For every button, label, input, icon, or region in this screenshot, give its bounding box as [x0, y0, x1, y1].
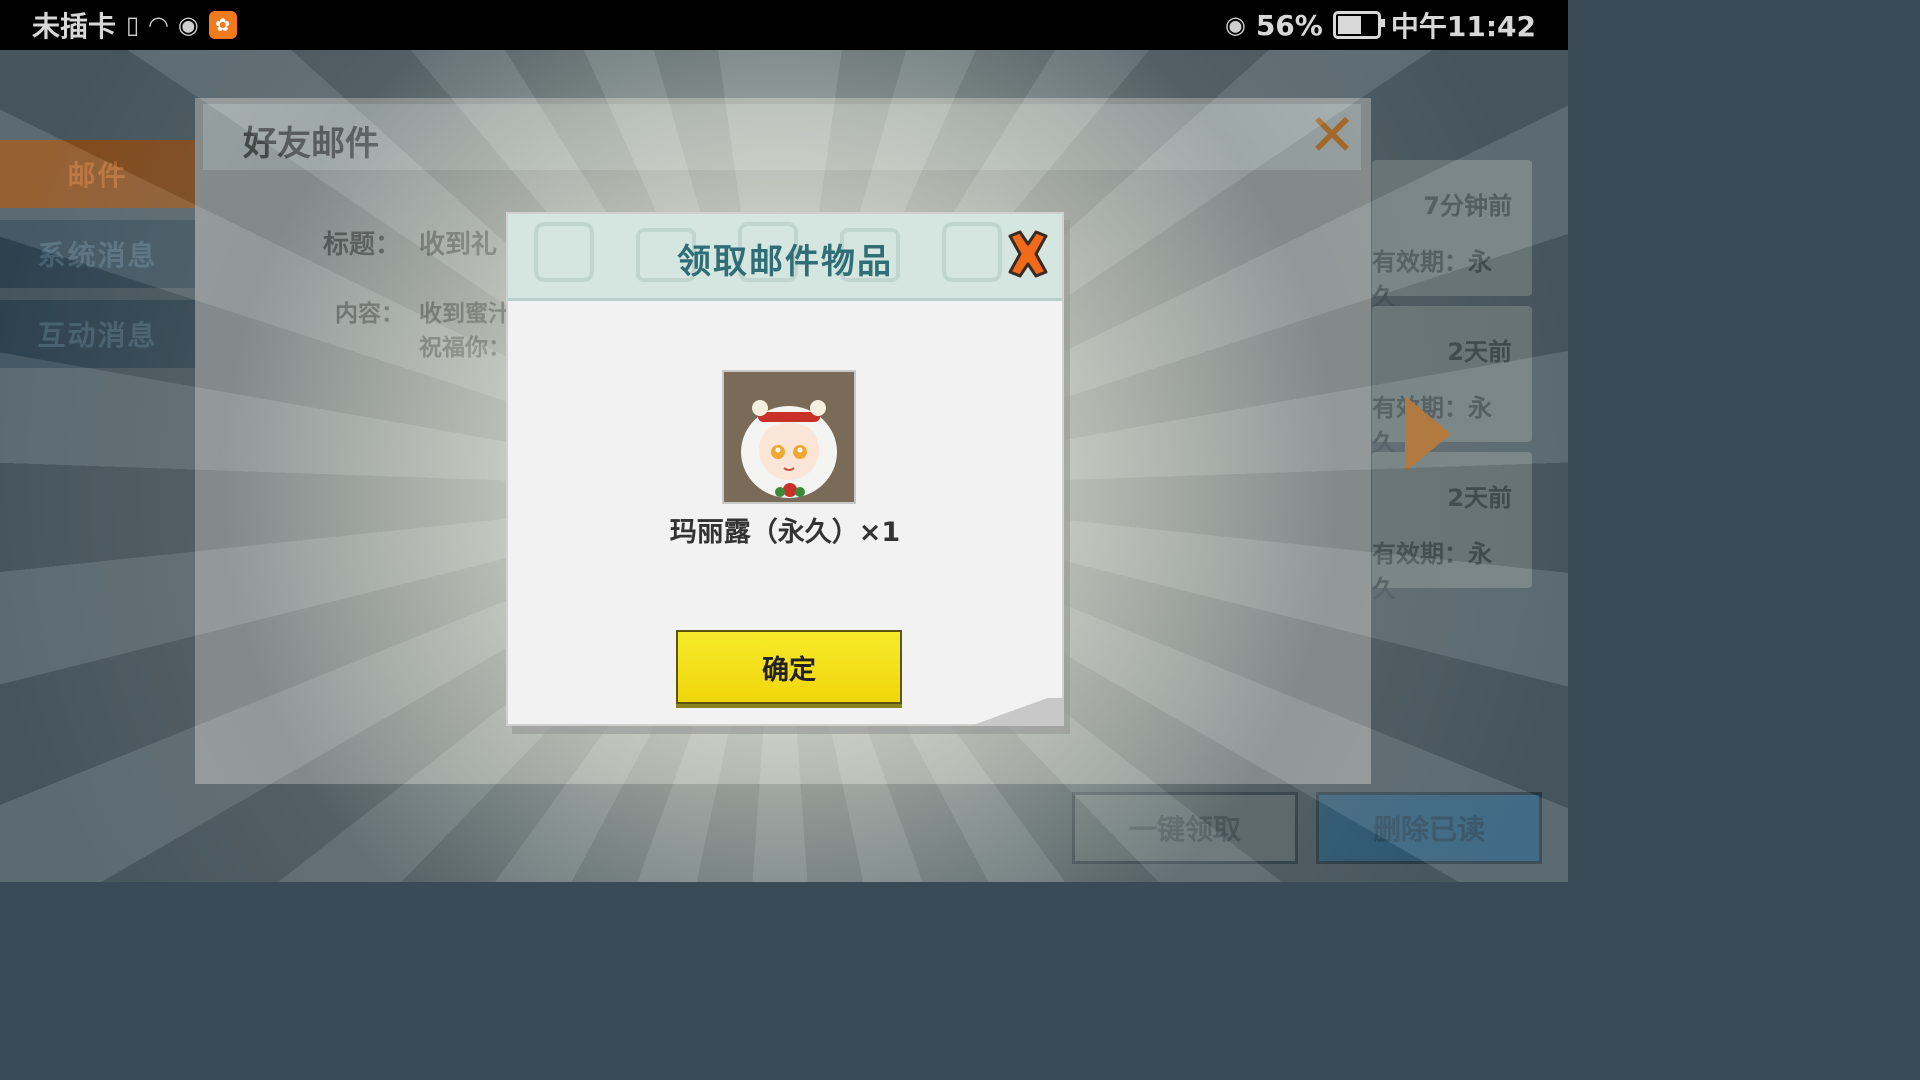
close-x-icon[interactable] — [1004, 228, 1052, 280]
subject-label: 标题： — [323, 230, 402, 260]
sim-icon: ▯ — [126, 11, 140, 39]
battery-percent: 56% — [1255, 8, 1323, 42]
status-bar: 未插卡 ▯ ◠ ◉ ✿ ◉ 56% 中午11:42 — [0, 0, 1568, 50]
next-arrow-icon[interactable] — [1405, 396, 1451, 472]
mail-validity: 有效期：永久 — [1372, 248, 1492, 311]
close-icon[interactable]: ✕ — [1307, 106, 1357, 164]
friend-mail-header: 好友邮件 — [203, 104, 1361, 170]
eye-icon: ◉ — [1224, 11, 1246, 39]
tab-interaction-messages[interactable]: 互动消息 — [0, 300, 195, 368]
claim-items-dialog: 领取邮件物品 玛丽露（永久）×1 确定 — [506, 212, 1064, 726]
mail-time: 7分钟前 — [1423, 192, 1512, 220]
mail-validity: 有效期：永久 — [1372, 540, 1492, 603]
tab-mail[interactable]: 邮件 — [0, 140, 195, 208]
subject-value: 收到礼 — [419, 230, 498, 260]
item-portrait-image — [722, 370, 856, 504]
app-notification-icon: ✿ — [208, 11, 237, 39]
record-icon: ◉ — [177, 11, 199, 39]
mail-category-tabs: 邮件 系统消息 互动消息 — [0, 140, 195, 380]
confirm-button[interactable]: 确定 — [676, 630, 902, 704]
clock: 中午11:42 — [1390, 10, 1536, 43]
page-curl-decoration — [954, 698, 1064, 726]
mail-list-item[interactable]: 7分钟前 有效期：永久 — [1372, 160, 1532, 311]
claim-all-button[interactable]: 一键领取 — [1072, 792, 1298, 864]
delete-read-button[interactable]: 删除已读 — [1316, 792, 1542, 864]
content-label: 内容： — [335, 301, 404, 327]
mail-list: 7分钟前 有效期：永久 2天前 有效期：永久 2天前 有效期：永久 — [1372, 160, 1532, 603]
mail-time: 2天前 — [1447, 484, 1512, 512]
mail-list-item[interactable]: 2天前 有效期：永久 — [1372, 452, 1532, 603]
carrier-text: 未插卡 — [32, 10, 117, 43]
content-text: 收到蜜汁 — [419, 301, 511, 327]
item-name-label: 玛丽露（永久）×1 — [669, 517, 901, 548]
dialog-header: 领取邮件物品 — [508, 214, 1062, 301]
wifi-icon: ◠ — [149, 11, 168, 39]
tab-system-messages[interactable]: 系统消息 — [0, 220, 195, 288]
mail-time: 2天前 — [1447, 338, 1512, 366]
battery-icon — [1332, 11, 1385, 39]
mail-list-item[interactable]: 2天前 有效期：永久 — [1372, 306, 1532, 457]
friend-mail-title: 好友邮件 — [243, 124, 379, 164]
dialog-title: 领取邮件物品 — [677, 242, 893, 282]
content-text: 祝福你： — [419, 335, 511, 361]
